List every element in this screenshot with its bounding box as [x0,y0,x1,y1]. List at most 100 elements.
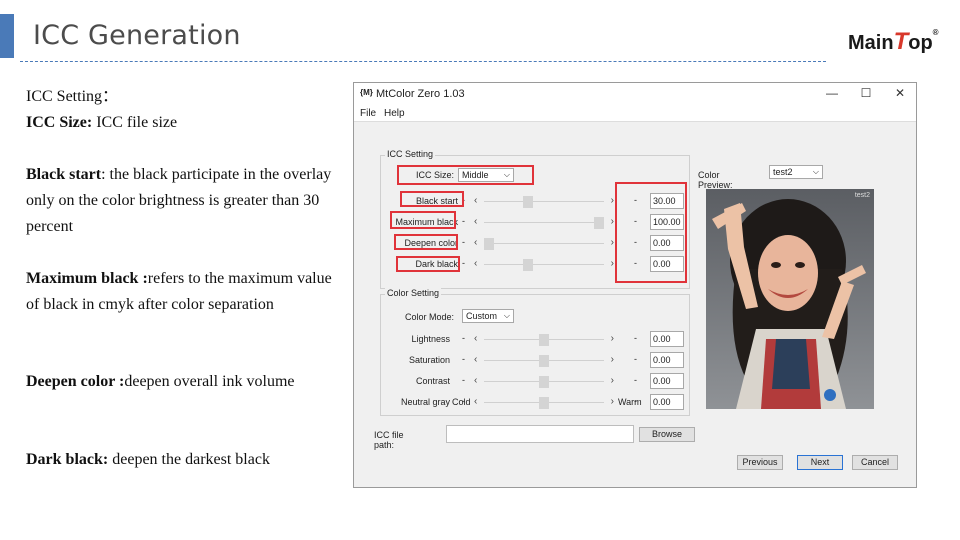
chevron-left-icon[interactable]: ‹ [474,396,477,407]
accent-bar [0,14,14,58]
icc-setting-heading: ICC Setting： ICC Size: ICC file size [26,84,336,136]
dark-term: Dark black: [26,451,109,468]
highlight-icc-size [397,165,534,185]
app-icon: {M} [360,88,373,97]
color-preview-value: test2 [773,167,793,177]
icc-file-path-input[interactable] [446,425,634,443]
slider-track [484,201,604,202]
slider-track [484,264,604,265]
color-preview-label: Color Preview: [698,170,733,190]
color-setting-value-input[interactable]: 0.00 [650,394,684,410]
color-setting-slider[interactable]: ‹ › [474,396,614,409]
highlight-dark-black [396,256,460,272]
maintop-logo: MainTop® [848,28,939,56]
slide-title: ICC Generation [33,20,241,51]
color-setting-value-input[interactable]: 0.00 [650,331,684,347]
color-setting-label: Lightness [411,334,450,344]
icc-setting-slider[interactable]: ‹ › [474,216,614,229]
icc-size-desc: ICC Size: ICC file size [26,110,336,136]
minus-icon: - [462,396,465,406]
black-start-desc: Black start: the black participate in th… [26,162,336,240]
max-black-term: Maximum black : [26,270,148,287]
highlight-value-column [615,182,687,283]
minimize-icon[interactable]: — [822,86,842,102]
slider-thumb[interactable] [539,334,549,346]
menu-help[interactable]: Help [384,108,405,119]
browse-button[interactable]: Browse [639,427,695,442]
menu-file[interactable]: File [360,108,376,119]
minus-icon: - [462,333,465,343]
deepen-text: deepen overall ink volume [124,373,295,390]
color-setting-group-label: Color Setting [385,288,442,298]
dialog-title: MtColor Zero 1.03 [376,88,465,100]
chevron-left-icon[interactable]: ‹ [474,333,477,344]
chevron-down-icon: ⌵ [812,167,819,176]
max-black-desc: Maximum black :refers to the maximum val… [26,266,336,318]
preview-image-tag: test2 [854,192,870,199]
icc-size-text: ICC file size [92,114,178,131]
slider-thumb[interactable] [539,355,549,367]
slider-thumb[interactable] [539,376,549,388]
minus-icon: - [634,333,637,343]
color-setting-slider[interactable]: ‹ › [474,354,614,367]
dark-black-desc: Dark black: deepen the darkest black [26,447,336,473]
icc-setting-title: ICC Setting： [26,88,119,105]
slider-track [484,222,604,223]
title-divider [20,61,826,62]
cancel-button[interactable]: Cancel [852,455,898,470]
chevron-left-icon[interactable]: ‹ [474,195,477,206]
color-setting-label: Contrast [415,376,450,386]
deepen-term: Deepen color : [26,373,125,390]
highlight-black-start [400,191,464,207]
chevron-right-icon[interactable]: › [611,354,614,365]
chevron-right-icon[interactable]: › [611,333,614,344]
minus-icon: - [462,258,465,268]
icc-setting-slider[interactable]: ‹ › [474,258,614,271]
chevron-right-icon[interactable]: › [611,195,614,206]
highlight-deepen-color [394,234,458,250]
slider-thumb[interactable] [539,397,549,409]
close-icon[interactable]: ✕ [890,86,910,102]
slider-thumb[interactable] [594,217,604,229]
icc-setting-group-label: ICC Setting [385,149,436,159]
chevron-left-icon[interactable]: ‹ [474,354,477,365]
previous-button[interactable]: Previous [737,455,783,470]
chevron-right-icon[interactable]: › [611,396,614,407]
color-preview-select[interactable]: test2 ⌵ [769,165,823,179]
minus-icon: - [462,216,465,226]
slider-thumb[interactable] [522,196,533,208]
color-setting-slider[interactable]: ‹ › [474,375,614,388]
color-setting-label: Neutral gray [400,397,450,407]
chevron-left-icon[interactable]: ‹ [474,216,477,227]
color-setting-value-input[interactable]: 0.00 [650,373,684,389]
minus-icon: - [462,375,465,385]
icc-file-path-label: ICC file path: [374,430,404,450]
maximize-icon[interactable]: ☐ [856,86,876,102]
chevron-right-icon[interactable]: › [611,375,614,386]
chevron-down-icon: ⌵ [503,311,510,320]
next-button[interactable]: Next [797,455,843,470]
chevron-right-icon[interactable]: › [611,237,614,248]
color-mode-value: Custom [466,311,498,321]
icc-size-term: ICC Size: [26,114,93,131]
chevron-left-icon[interactable]: ‹ [474,375,477,386]
dialog-titlebar: {M} MtColor Zero 1.03 — ☐ ✕ [354,83,916,105]
color-mode-select[interactable]: Custom ⌵ [462,309,514,323]
color-setting-value-input[interactable]: 0.00 [650,352,684,368]
minus-icon: - [462,237,465,247]
chevron-right-icon[interactable]: › [611,216,614,227]
color-setting-right-label: Warm [618,397,642,407]
chevron-left-icon[interactable]: ‹ [474,237,477,248]
slider-thumb[interactable] [522,259,533,271]
chevron-left-icon[interactable]: ‹ [474,258,477,269]
slider-thumb[interactable] [484,238,494,250]
minus-icon: - [634,354,637,364]
minus-icon: - [462,354,465,364]
minus-icon: - [634,396,637,406]
icc-setting-slider[interactable]: ‹ › [474,237,614,250]
slider-track [484,243,604,244]
icc-setting-slider[interactable]: ‹ › [474,195,614,208]
chevron-right-icon[interactable]: › [611,258,614,269]
color-setting-slider[interactable]: ‹ › [474,333,614,346]
highlight-maximum-black [390,211,456,229]
